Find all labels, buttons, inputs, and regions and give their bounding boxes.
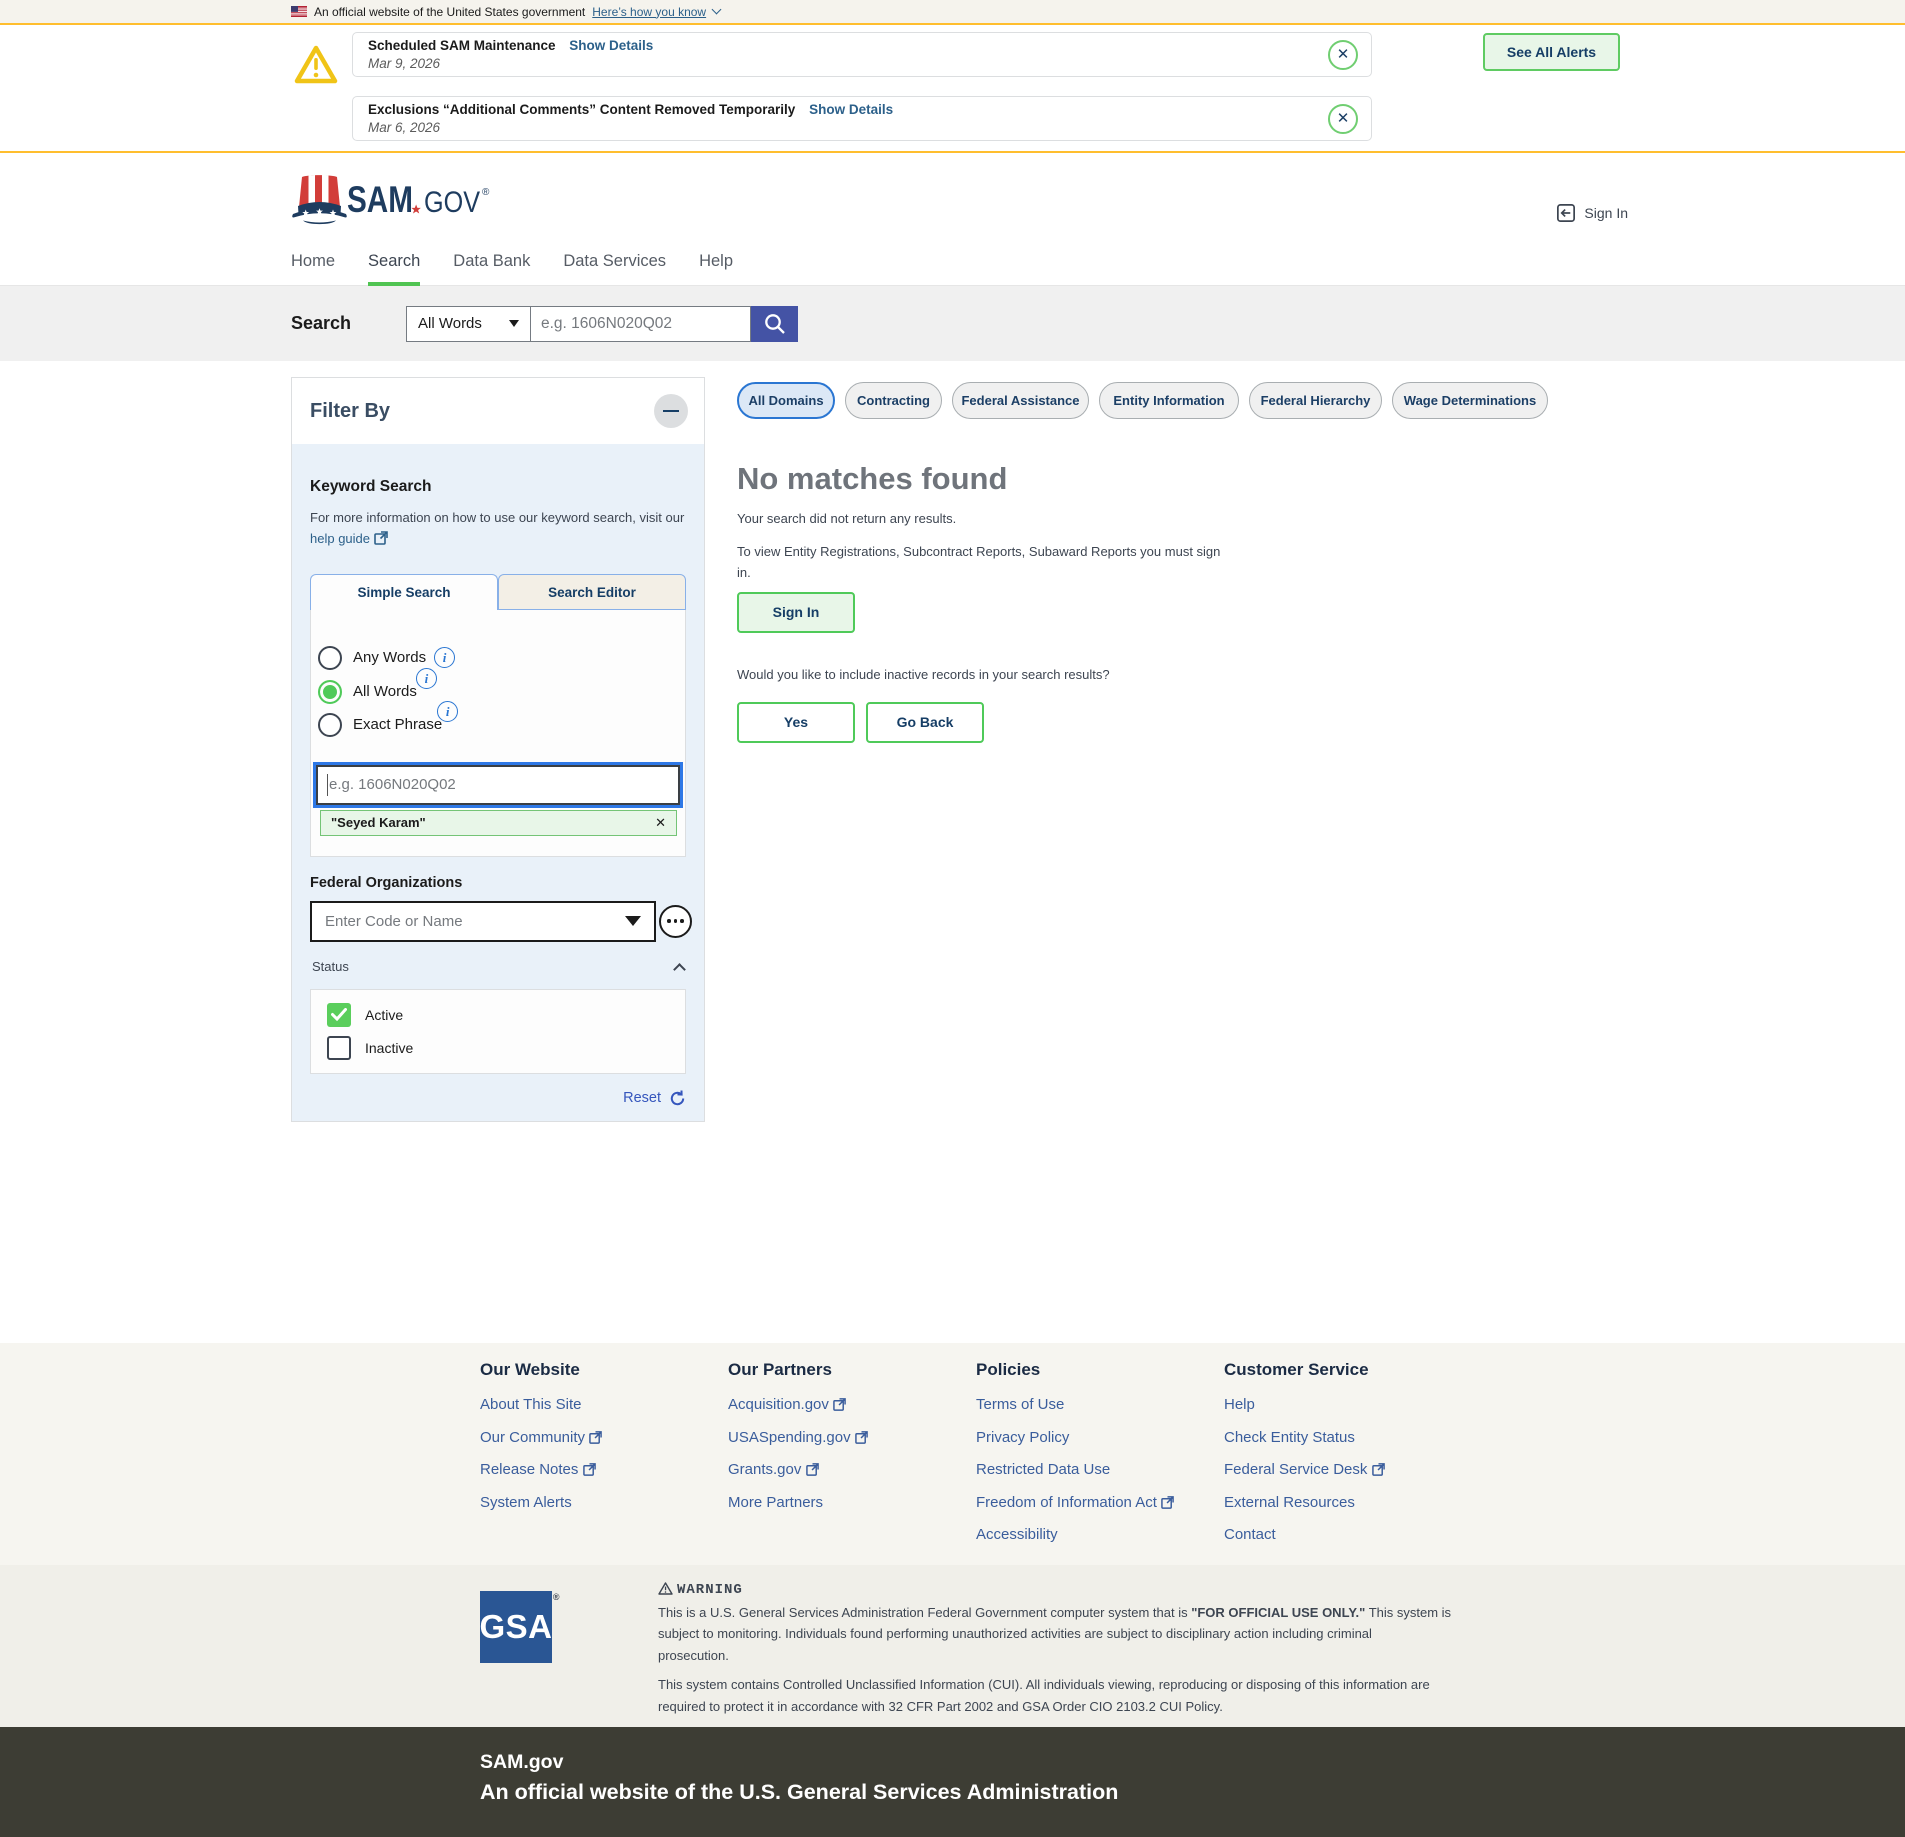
svg-text:GOV: GOV bbox=[424, 186, 480, 219]
svg-text:®: ® bbox=[482, 187, 490, 198]
svg-text:SAM: SAM bbox=[347, 179, 413, 220]
